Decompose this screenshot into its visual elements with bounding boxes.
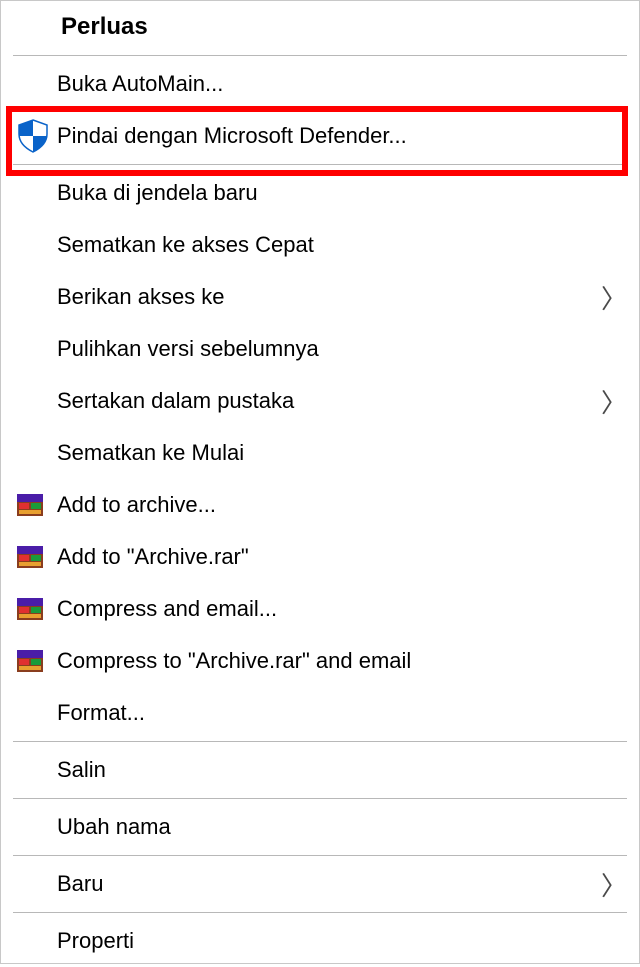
- menu-item-give-access[interactable]: Berikan akses ke 〉: [1, 271, 639, 323]
- menu-item-add-archive[interactable]: Add to archive...: [1, 479, 639, 531]
- label-properties: Properti: [57, 928, 627, 954]
- menu-item-pin-quick[interactable]: Sematkan ke akses Cepat: [1, 219, 639, 271]
- label-format: Format...: [57, 700, 627, 726]
- menu-item-format[interactable]: Format...: [1, 687, 639, 739]
- chevron-right-icon: 〉: [601, 383, 627, 420]
- divider: [13, 741, 627, 742]
- winrar-icon: [15, 594, 57, 624]
- label-give-access: Berikan akses ke: [57, 284, 601, 310]
- label-copy: Salin: [57, 757, 627, 783]
- divider: [13, 164, 627, 165]
- label-defender: Pindai dengan Microsoft Defender...: [57, 123, 627, 149]
- menu-item-rename[interactable]: Ubah nama: [1, 801, 639, 853]
- label-automain: Buka AutoMain...: [57, 71, 627, 97]
- winrar-icon: [15, 646, 57, 676]
- divider: [13, 55, 627, 56]
- context-menu: Perluas Buka AutoMain... Pindai dengan M…: [0, 0, 640, 964]
- menu-item-automain[interactable]: Buka AutoMain...: [1, 58, 639, 110]
- menu-item-compress-rar-email[interactable]: Compress to "Archive.rar" and email: [1, 635, 639, 687]
- label-pin-start: Sematkan ke Mulai: [57, 440, 627, 466]
- divider: [13, 912, 627, 913]
- chevron-right-icon: 〉: [601, 279, 627, 316]
- menu-item-defender[interactable]: Pindai dengan Microsoft Defender...: [1, 110, 639, 162]
- label-rename: Ubah nama: [57, 814, 627, 840]
- divider: [13, 798, 627, 799]
- label-compress-email: Compress and email...: [57, 596, 627, 622]
- label-new-window: Buka di jendela baru: [57, 180, 627, 206]
- menu-title: Perluas: [1, 7, 639, 53]
- label-add-archive: Add to archive...: [57, 492, 627, 518]
- winrar-icon: [15, 542, 57, 572]
- menu-item-restore-versions[interactable]: Pulihkan versi sebelumnya: [1, 323, 639, 375]
- divider: [13, 855, 627, 856]
- chevron-right-icon: 〉: [601, 866, 627, 903]
- label-new: Baru: [57, 871, 601, 897]
- label-pin-quick: Sematkan ke akses Cepat: [57, 232, 627, 258]
- winrar-icon: [15, 490, 57, 520]
- menu-item-new[interactable]: Baru 〉: [1, 858, 639, 910]
- menu-item-add-archive-rar[interactable]: Add to "Archive.rar": [1, 531, 639, 583]
- shield-icon: [15, 118, 57, 154]
- menu-item-properties[interactable]: Properti: [1, 915, 639, 967]
- menu-item-compress-email[interactable]: Compress and email...: [1, 583, 639, 635]
- menu-item-include-library[interactable]: Sertakan dalam pustaka 〉: [1, 375, 639, 427]
- menu-item-pin-start[interactable]: Sematkan ke Mulai: [1, 427, 639, 479]
- menu-item-new-window[interactable]: Buka di jendela baru: [1, 167, 639, 219]
- label-add-archive-rar: Add to "Archive.rar": [57, 544, 627, 570]
- menu-item-copy[interactable]: Salin: [1, 744, 639, 796]
- label-restore-versions: Pulihkan versi sebelumnya: [57, 336, 627, 362]
- label-include-library: Sertakan dalam pustaka: [57, 388, 601, 414]
- label-compress-rar-email: Compress to "Archive.rar" and email: [57, 648, 627, 674]
